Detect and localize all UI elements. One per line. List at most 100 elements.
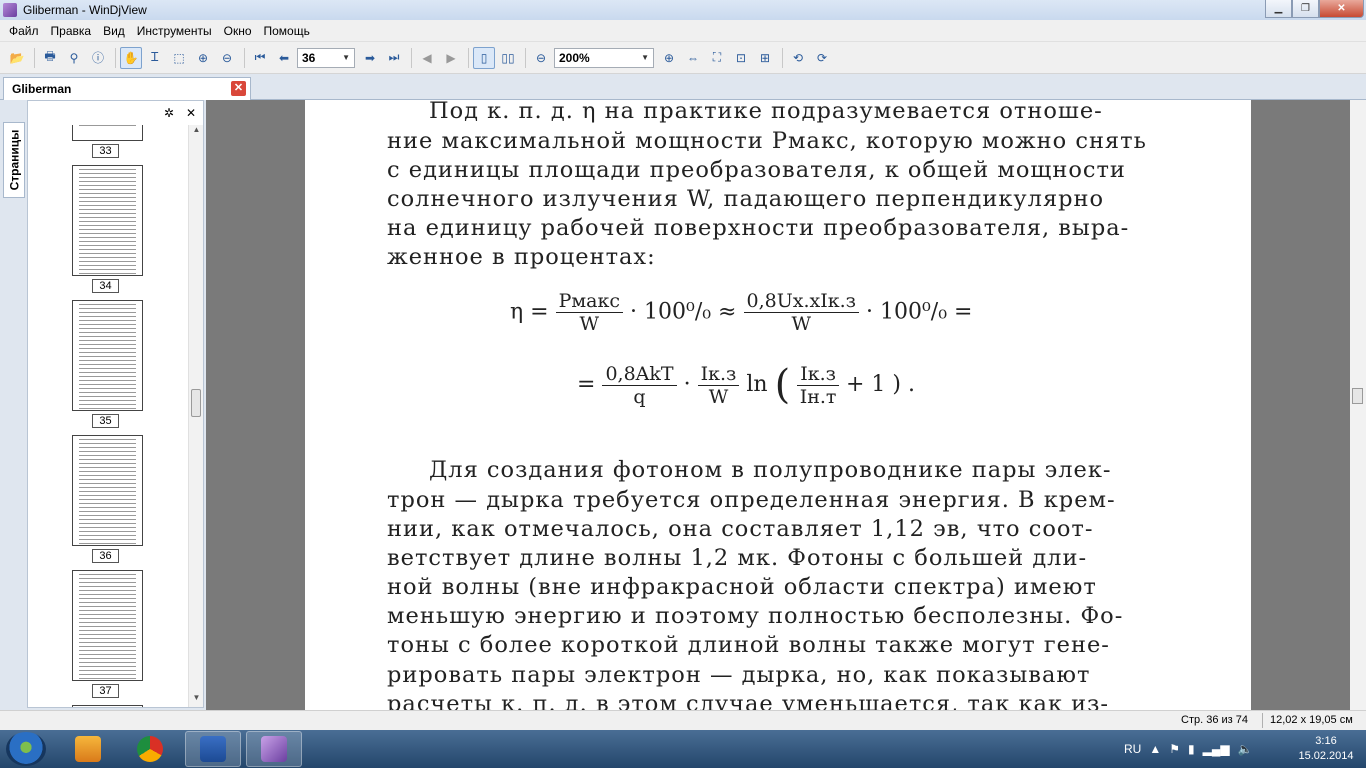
start-button[interactable] — [6, 732, 46, 766]
taskbar-windjview[interactable] — [246, 731, 302, 767]
tray-expand-icon[interactable]: ▲ — [1149, 742, 1161, 756]
formula-term: · 100⁰/₀ = — [865, 299, 973, 325]
close-button[interactable]: ✕ — [1319, 0, 1364, 18]
text-line: ветствует длине волны 1,2 мк. Фотоны с б… — [387, 545, 1088, 571]
toolbar-separator — [468, 47, 469, 68]
info-icon[interactable]: ⓘ — [87, 47, 109, 69]
maximize-button[interactable]: ❐ — [1292, 0, 1319, 18]
zoom-value: 200% — [559, 50, 590, 65]
zoom-in-icon[interactable]: ⊕ — [658, 47, 680, 69]
taskbar-clock[interactable]: 3:16 15.02.2014 — [1296, 734, 1356, 764]
action-center-flag-icon[interactable]: ⚑ — [1169, 742, 1180, 756]
page-thumbnail-36[interactable] — [72, 435, 143, 546]
stretch-icon[interactable]: ⊞ — [754, 47, 776, 69]
media-player-icon — [75, 736, 101, 762]
zoom-out-tool-icon[interactable]: ⊖ — [216, 47, 238, 69]
text-line: солнечного излучения W, падающего перпен… — [387, 186, 1105, 212]
title-bar: Gliberman - WinDjView ▁ ❐ ✕ — [0, 0, 1366, 20]
next-page-icon[interactable]: ➡ — [359, 47, 381, 69]
previous-page-icon[interactable]: ⬅ — [273, 47, 295, 69]
open-icon[interactable]: 📂 — [6, 47, 28, 69]
windjview-app-icon — [3, 3, 17, 17]
single-page-icon[interactable]: ▯ — [473, 46, 495, 69]
scrollbar-thumb[interactable] — [191, 389, 201, 417]
text-line: ной волны (вне инфракрасной области спек… — [387, 574, 1097, 600]
menu-view[interactable]: Вид — [97, 24, 131, 38]
formula-lhs: η = — [510, 299, 549, 325]
tab-gliberman[interactable]: Gliberman ✕ — [3, 77, 251, 100]
text-line: меньшую энергию и поэтому полностью бесп… — [387, 603, 1124, 629]
taskbar-media-player[interactable] — [60, 731, 116, 767]
back-icon[interactable]: ◀ — [416, 47, 438, 69]
menu-window[interactable]: Окно — [218, 24, 258, 38]
text-select-icon[interactable]: Ꮖ — [144, 47, 166, 69]
toolbar-separator — [782, 47, 783, 68]
page-number-select[interactable]: 36 ▼ — [297, 47, 355, 68]
zoom-select[interactable]: 200% ▼ — [554, 47, 654, 68]
page-thumbnail-33[interactable] — [72, 125, 143, 141]
page-thumbnail-38[interactable] — [72, 705, 143, 707]
volume-icon[interactable]: 🔈 — [1238, 742, 1253, 756]
zoom-in-tool-icon[interactable]: ⊕ — [192, 47, 214, 69]
battery-icon[interactable]: ▮ — [1188, 742, 1195, 756]
settings-icon[interactable]: ✲ — [161, 106, 177, 120]
forward-icon[interactable]: ▶ — [440, 47, 462, 69]
taskbar-chrome[interactable] — [122, 731, 178, 767]
pages-panel-tab[interactable]: Страницы — [3, 122, 25, 198]
print-icon[interactable]: 🖶 — [39, 47, 61, 69]
clock-time: 3:16 — [1315, 735, 1337, 747]
last-page-icon[interactable]: ⏭ — [383, 47, 405, 69]
hand-tool-icon[interactable]: ✋ — [120, 46, 142, 69]
network-signal-icon[interactable]: ▂▄▆ — [1203, 742, 1230, 756]
menu-bar: Файл Правка Вид Инструменты Окно Помощь — [0, 20, 1366, 42]
menu-tools[interactable]: Инструменты — [131, 24, 218, 38]
actual-size-icon[interactable]: ⊡ — [730, 47, 752, 69]
page-thumbnail-37[interactable] — [72, 570, 143, 681]
fraction-numerator: 0,8AkT — [602, 363, 677, 386]
fraction: 0,8AkT q — [602, 363, 677, 408]
page-thumbnail-35[interactable] — [72, 300, 143, 411]
thumbnail-label: 33 — [92, 144, 119, 158]
document-view[interactable]: Под к. п. д. η на практике подразумевает… — [206, 100, 1350, 710]
scroll-up-icon[interactable]: ▲ — [189, 125, 204, 139]
first-page-icon[interactable]: ⏮ — [249, 47, 271, 69]
window-controls: ▁ ❐ ✕ — [1265, 0, 1364, 18]
find-icon[interactable]: ⚲ — [63, 47, 85, 69]
toolbar-separator — [525, 47, 526, 68]
fraction: Iк.з Iн.т — [797, 363, 839, 408]
language-indicator[interactable]: RU — [1124, 742, 1141, 756]
text-line: ние максимальной мощности Pмакс, которую… — [387, 128, 1147, 154]
thumbnails-panel: ✲ ✕ 33 34 35 36 37 ▲ ▼ — [27, 100, 204, 708]
taskbar-word[interactable] — [185, 731, 241, 767]
panel-header: ✲ ✕ — [28, 101, 203, 125]
menu-file[interactable]: Файл — [3, 24, 45, 38]
toolbar-separator — [411, 47, 412, 68]
close-icon[interactable]: ✕ — [183, 106, 199, 120]
document-scrollbar[interactable] — [1350, 100, 1366, 710]
scroll-down-icon[interactable]: ▼ — [189, 693, 204, 707]
thumbnail-scrollbar[interactable]: ▲ ▼ — [188, 125, 203, 707]
zoom-out-icon[interactable]: ⊖ — [530, 47, 552, 69]
minimize-button[interactable]: ▁ — [1265, 0, 1292, 18]
tab-close-icon[interactable]: ✕ — [231, 81, 246, 96]
facing-pages-icon[interactable]: ▯▯ — [497, 47, 519, 69]
scrollbar-thumb[interactable] — [1352, 388, 1363, 404]
page-thumbnail-34[interactable] — [72, 165, 143, 276]
windjview-icon — [261, 736, 287, 762]
toolbar: 📂 🖶 ⚲ ⓘ ✋ Ꮖ ⬚ ⊕ ⊖ ⏮ ⬅ 36 ▼ ➡ ⏭ ◀ ▶ ▯ ▯▯ … — [0, 42, 1366, 74]
document-page: Под к. п. д. η на практике подразумевает… — [305, 100, 1251, 710]
toolbar-separator — [115, 47, 116, 68]
fraction-numerator: Pмакс — [555, 290, 624, 313]
fit-width-icon[interactable]: ⇔ — [682, 47, 704, 69]
menu-help[interactable]: Помощь — [258, 24, 316, 38]
toolbar-separator — [244, 47, 245, 68]
status-separator — [1262, 713, 1263, 728]
rotate-right-icon[interactable]: ⟳ — [811, 47, 833, 69]
fraction-numerator: 0,8Uх.хIк.з — [743, 290, 859, 313]
fit-page-icon[interactable]: ⛶ — [706, 47, 728, 69]
fraction-denominator: W — [791, 313, 811, 335]
menu-edit[interactable]: Правка — [45, 24, 98, 38]
rect-select-icon[interactable]: ⬚ — [168, 47, 190, 69]
rotate-left-icon[interactable]: ⟲ — [787, 47, 809, 69]
fraction-numerator: Iк.з — [697, 363, 740, 386]
